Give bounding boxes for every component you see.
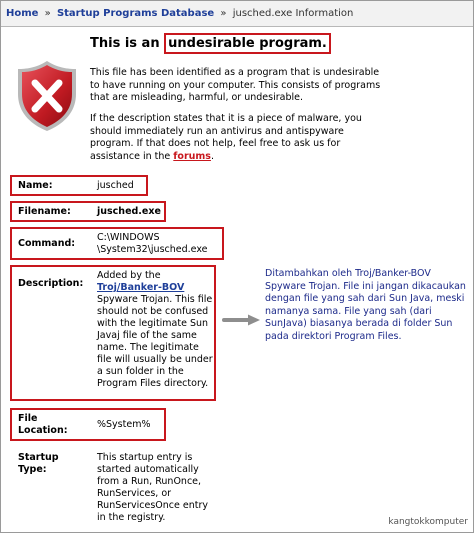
page-title: This is an undesirable program. — [90, 33, 331, 54]
breadcrumb-home-link[interactable]: Home — [6, 8, 38, 19]
breadcrumb-separator: » — [44, 8, 51, 19]
breadcrumb-database-link[interactable]: Startup Programs Database — [57, 8, 214, 19]
watermark: kangtokkomputer — [388, 517, 468, 527]
breadcrumb: Home » Startup Programs Database » jusch… — [1, 1, 473, 27]
file-location-label-line1: File — [18, 413, 38, 424]
shield-x-icon — [18, 61, 76, 131]
startup-type-label-line1: Startup — [18, 452, 59, 463]
command-label: Command: — [18, 238, 76, 249]
breadcrumb-separator: » — [220, 8, 227, 19]
command-value-line1: C:\WINDOWS — [97, 232, 160, 243]
description-label: Description: — [18, 278, 84, 289]
description-prefix: Added by the — [97, 270, 161, 281]
file-location-value: %System% — [97, 419, 151, 430]
arrow-right-icon — [222, 314, 260, 326]
filename-label: Filename: — [18, 206, 71, 217]
name-value: jusched — [97, 180, 134, 191]
file-location-label-line2: Location: — [18, 425, 68, 436]
forums-link[interactable]: forums — [173, 151, 211, 162]
breadcrumb-current: jusched.exe Information — [232, 8, 354, 19]
title-prefix: This is an — [90, 36, 165, 51]
command-value-line2: \System32\jusched.exe — [97, 244, 208, 255]
intro-paragraph: This file has been identified as a progr… — [90, 67, 381, 103]
description-text: Spyware Trojan. This file should not be … — [97, 294, 213, 389]
trojan-link[interactable]: Troj/Banker-BOV — [97, 282, 184, 293]
startup-type-label-line2: Type: — [18, 464, 47, 475]
name-label: Name: — [18, 180, 53, 191]
advice-paragraph: If the description states that it is a p… — [90, 113, 390, 163]
filename-value: jusched.exe — [97, 206, 161, 217]
indonesian-annotation: Ditambahkan oleh Troj/Banker-BOV Spyware… — [265, 268, 466, 342]
description-value: Added by the Troj/Banker-BOV Spyware Tro… — [97, 270, 215, 390]
startup-type-value: This startup entry is started automatica… — [97, 452, 208, 523]
advice-text: If the description states that it is a p… — [90, 113, 362, 162]
advice-period: . — [210, 150, 214, 162]
title-highlight: undesirable program. — [164, 33, 331, 54]
